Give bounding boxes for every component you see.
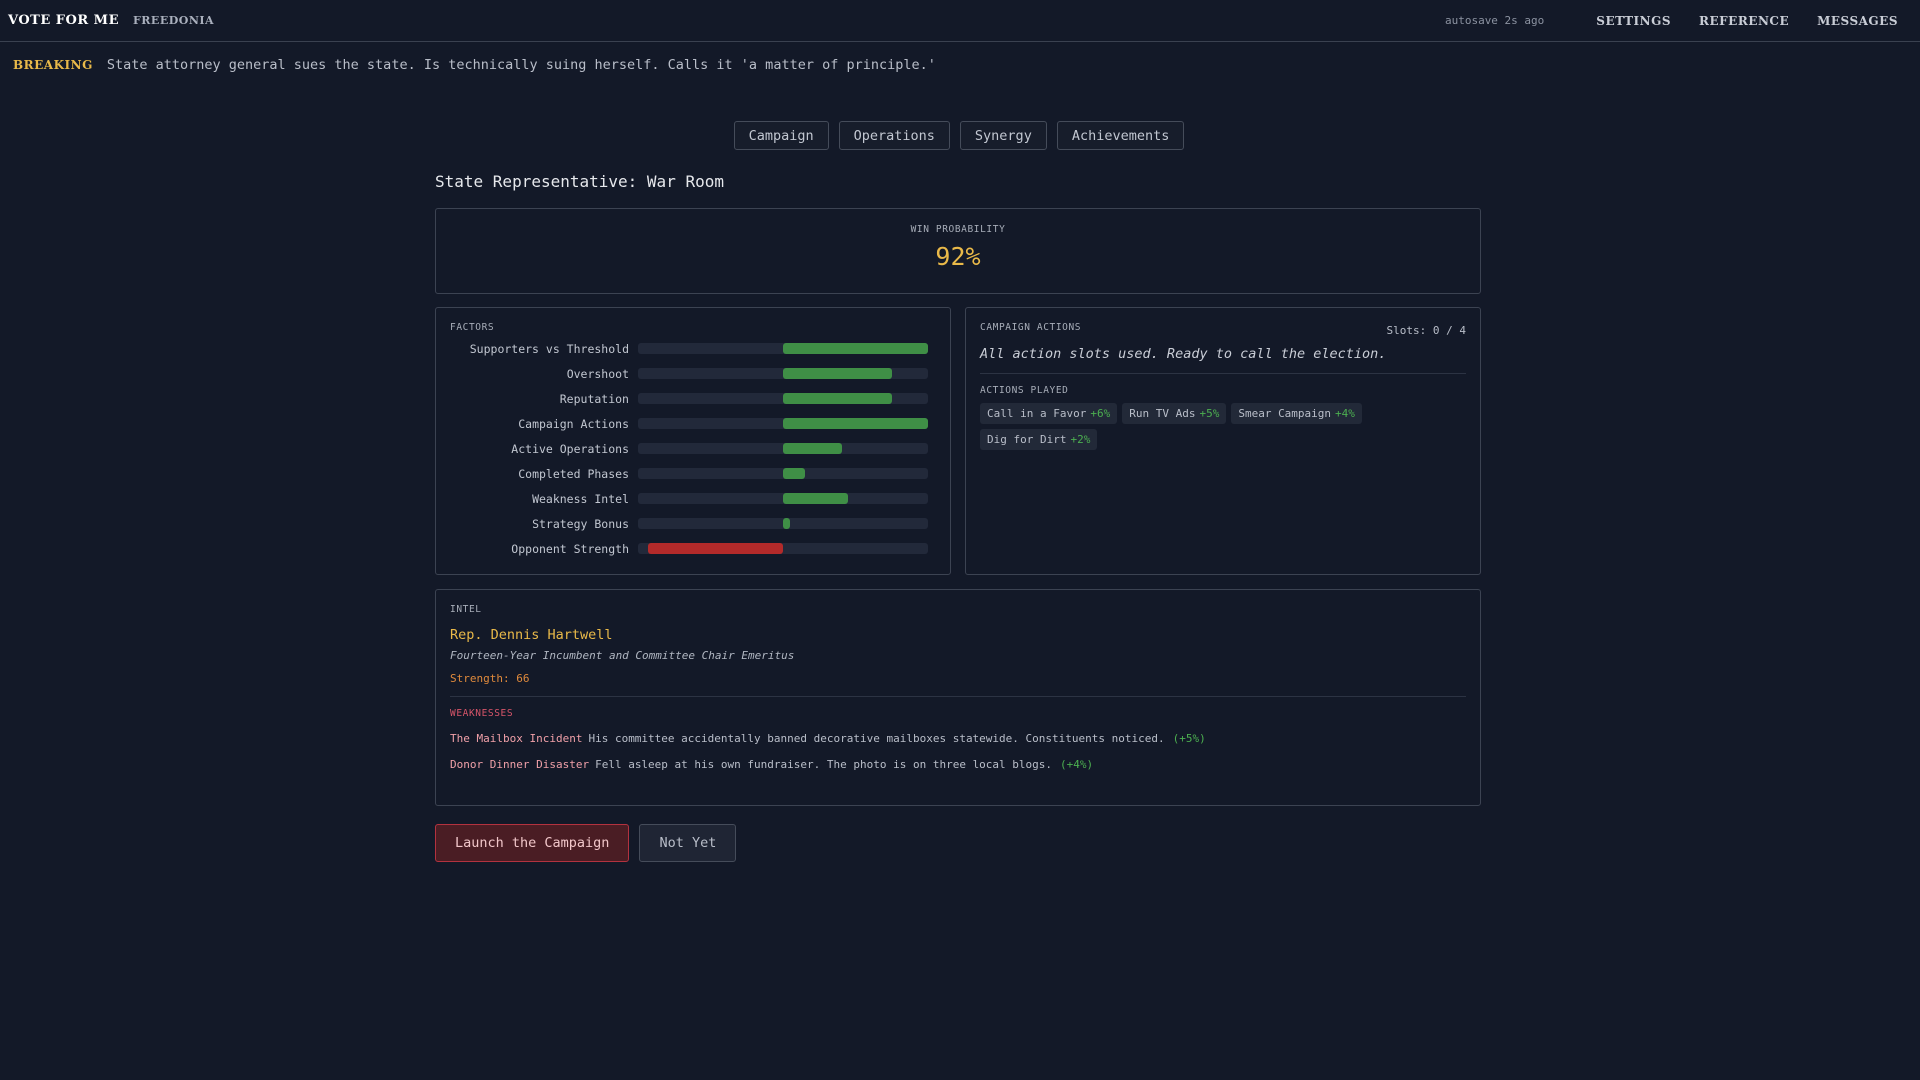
factor-bar-fill — [648, 543, 783, 554]
factor-bar-fill — [783, 493, 849, 504]
win-probability-value: 92% — [935, 242, 981, 271]
action-played-bonus: +6% — [1090, 407, 1111, 420]
action-played-name: Dig for Dirt — [987, 433, 1067, 446]
weakness-description: His committee accidentally banned decora… — [588, 732, 1165, 745]
opponent-name: Rep. Dennis Hartwell — [450, 627, 613, 643]
factor-name: Opponent Strength — [511, 541, 629, 556]
factor-bar-fill — [783, 418, 928, 429]
weakness-item: Donor Dinner Disaster Fell asleep at his … — [450, 758, 1466, 771]
factor-bar — [638, 418, 928, 429]
factor-bar — [638, 343, 928, 354]
factor-row: Completed Phases — [450, 461, 936, 486]
intel-label: INTEL — [450, 604, 482, 615]
factor-row: Strategy Bonus — [450, 511, 936, 536]
nav-messages[interactable]: MESSAGES — [1817, 14, 1898, 28]
opponent-strength: Strength: 66 — [450, 672, 1466, 697]
weakness-bonus: (+4%) — [1060, 758, 1094, 771]
action-played-chip: Smear Campaign +4% — [1231, 403, 1362, 424]
action-played-bonus: +4% — [1335, 407, 1355, 420]
top-bar: VOTE FOR ME FREEDONIA autosave 2s ago SE… — [0, 0, 1920, 42]
factor-row: Opponent Strength — [450, 536, 936, 561]
factor-row: Overshoot — [450, 361, 936, 386]
factor-bar — [638, 468, 928, 479]
factor-name: Overshoot — [566, 366, 629, 381]
tab-operations[interactable]: Operations — [838, 121, 950, 150]
action-played-name: Run TV Ads — [1129, 407, 1196, 420]
page-title: State Representative: War Room — [435, 172, 724, 191]
breaking-tag: BREAKING — [13, 58, 93, 72]
factor-name: Completed Phases — [518, 466, 629, 481]
action-played-bonus: +5% — [1199, 407, 1220, 420]
weakness-name: The Mailbox Incident — [450, 732, 583, 745]
factor-bar-fill — [783, 368, 892, 379]
action-played-bonus: +2% — [1070, 433, 1091, 446]
slots-counter: Slots: 0 / 4 — [1386, 324, 1466, 337]
weakness-bonus: (+5%) — [1172, 732, 1206, 745]
factor-bar-fill — [783, 343, 928, 354]
factor-bar-fill — [783, 468, 805, 479]
nav-settings[interactable]: SETTINGS — [1596, 14, 1671, 28]
opponent-title: Fourteen-Year Incumbent and Committee Ch… — [450, 649, 795, 662]
action-played-chip: Call in a Favor +6% — [980, 403, 1118, 424]
factor-bar — [638, 443, 928, 454]
action-buttons: Launch the Campaign Not Yet — [435, 824, 1481, 862]
factor-bar — [638, 393, 928, 404]
tab-synergy[interactable]: Synergy — [959, 121, 1047, 150]
factor-row: Weakness Intel — [450, 486, 936, 511]
tab-achievements[interactable]: Achievements — [1056, 121, 1185, 150]
factor-bar — [638, 368, 928, 379]
war-room: State Representative: War Room WIN PROBA… — [435, 172, 1481, 862]
action-played-name: Smear Campaign — [1238, 407, 1332, 420]
game-title: VOTE FOR ME — [8, 13, 119, 28]
breaking-text: State attorney general sues the state. I… — [106, 57, 936, 73]
weaknesses-label: WEAKNESSES — [450, 708, 514, 719]
factor-list: Supporters vs Threshold Overshoot Reputati… — [450, 336, 936, 561]
factor-name: Reputation — [559, 391, 629, 406]
factor-bar — [638, 543, 928, 554]
factor-name: Strategy Bonus — [532, 516, 629, 531]
breaking-news: BREAKING State attorney general sues the… — [13, 57, 936, 73]
factor-bar-fill — [783, 443, 843, 454]
actions-played-list: Call in a Favor +6% Run TV Ads +5% Smear Cam… — [980, 403, 1400, 450]
factors-panel: FACTORS Supporters vs Threshold Overshoot… — [435, 307, 951, 575]
weakness-name: Donor Dinner Disaster — [450, 758, 590, 771]
tab-campaign[interactable]: Campaign — [733, 121, 829, 150]
weakness-item: The Mailbox Incident His committee accide… — [450, 732, 1466, 745]
factor-bar-fill — [783, 393, 892, 404]
factor-bar — [638, 518, 928, 529]
actions-status-message: All action slots used. Ready to call the… — [980, 346, 1466, 374]
factor-bar-fill — [783, 518, 791, 529]
intel-panel: INTEL Rep. Dennis Hartwell Fourteen-Year… — [435, 589, 1481, 806]
win-probability-panel: WIN PROBABILITY 92% — [435, 208, 1481, 294]
not-yet-button[interactable]: Not Yet — [639, 824, 737, 862]
nav-reference[interactable]: REFERENCE — [1699, 14, 1789, 28]
factor-row: Supporters vs Threshold — [450, 336, 936, 361]
action-played-chip: Dig for Dirt +2% — [980, 429, 1098, 450]
weakness-description: Fell asleep at his own fundraiser. The p… — [595, 758, 1053, 771]
factor-name: Supporters vs Threshold — [469, 341, 629, 356]
action-played-name: Call in a Favor — [987, 407, 1087, 420]
launch-campaign-button[interactable]: Launch the Campaign — [435, 824, 630, 862]
campaign-actions-panel: CAMPAIGN ACTIONS Slots: 0 / 4 All action… — [965, 307, 1481, 575]
action-played-chip: Run TV Ads +5% — [1122, 403, 1227, 424]
region-name: FREEDONIA — [132, 14, 215, 27]
factor-row: Campaign Actions — [450, 411, 936, 436]
tab-bar: Campaign Operations Synergy Achievements — [0, 121, 1920, 150]
win-probability-label: WIN PROBABILITY — [910, 224, 1006, 235]
autosave-status: autosave 2s ago — [1444, 14, 1545, 27]
factor-bar — [638, 493, 928, 504]
factors-label: FACTORS — [450, 322, 495, 333]
actions-played-label: ACTIONS PLAYED — [980, 385, 1069, 396]
factor-name: Weakness Intel — [532, 491, 629, 506]
factor-row: Active Operations — [450, 436, 936, 461]
factor-name: Campaign Actions — [518, 416, 629, 431]
factor-row: Reputation — [450, 386, 936, 411]
factor-name: Active Operations — [511, 441, 629, 456]
